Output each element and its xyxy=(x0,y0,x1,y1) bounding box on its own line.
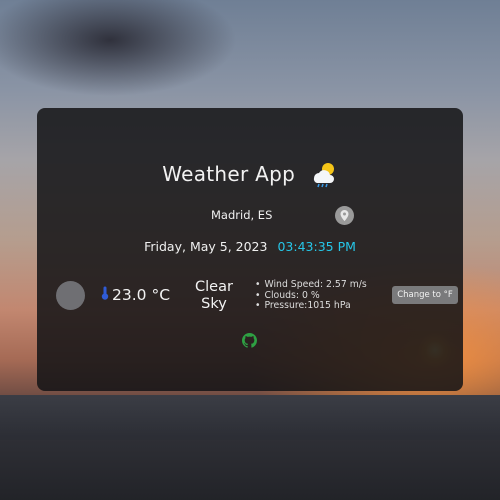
pressure-item: Pressure:1015 hPa xyxy=(255,300,367,312)
location-button[interactable] xyxy=(335,206,354,225)
change-unit-button[interactable]: Change to °F xyxy=(392,286,458,304)
github-link[interactable] xyxy=(242,333,257,348)
temperature-display: 23.0 °C xyxy=(101,286,170,304)
thermometer-icon xyxy=(101,286,109,304)
app-title: Weather App xyxy=(162,162,296,186)
current-time: 03:43:35 PM xyxy=(277,239,356,254)
temperature-value: 23.0 °C xyxy=(112,286,171,304)
weather-condition-icon xyxy=(56,281,85,310)
map-pin-icon xyxy=(340,210,349,221)
weather-condition: Clear Sky xyxy=(195,279,233,312)
cloud-sun-rain-icon xyxy=(308,160,338,188)
location-label: Madrid, ES xyxy=(211,208,273,222)
background-hills-front xyxy=(0,440,500,500)
github-icon xyxy=(242,333,257,348)
weather-details-list: Wind Speed: 2.57 m/s Clouds: 0 % Pressur… xyxy=(255,279,367,312)
current-date: Friday, May 5, 2023 xyxy=(144,239,268,254)
wind-speed-item: Wind Speed: 2.57 m/s xyxy=(255,279,366,291)
date-time-row: Friday, May 5, 2023 03:43:35 PM xyxy=(0,239,500,254)
app-header: Weather App xyxy=(0,160,500,188)
